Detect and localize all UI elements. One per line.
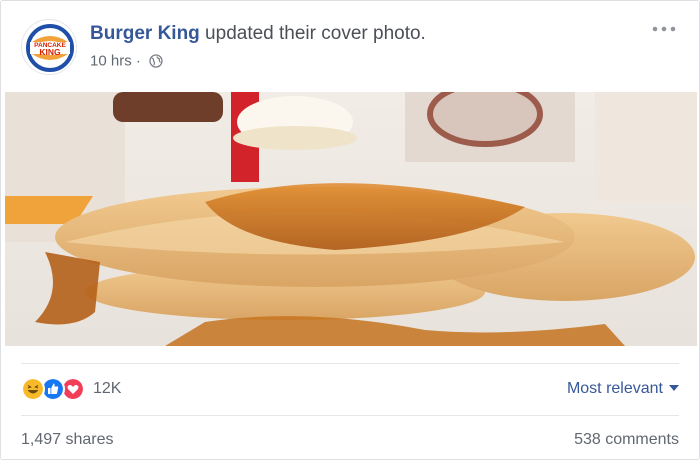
logo-text-bottom: KING <box>39 47 61 57</box>
comment-sort-dropdown[interactable]: Most relevant <box>567 380 679 398</box>
ellipsis-icon[interactable] <box>649 19 679 39</box>
post-meta: 10 hrs · <box>90 52 163 70</box>
post-title-line: Burger King updated their cover photo. <box>90 23 426 45</box>
post-card: PANCAKE KING Burger King updated their c… <box>0 0 700 460</box>
reaction-count[interactable]: 12K <box>93 380 121 398</box>
divider-top <box>21 363 679 364</box>
post-timestamp[interactable]: 10 hrs <box>90 53 132 70</box>
post-action-text: updated their cover photo. <box>199 23 426 44</box>
meta-separator: · <box>131 52 146 70</box>
caret-down-icon <box>669 384 679 391</box>
post-header: PANCAKE KING Burger King updated their c… <box>21 19 679 75</box>
cover-photo[interactable] <box>5 92 697 346</box>
page-name-link[interactable]: Burger King <box>90 23 200 44</box>
divider-bottom <box>21 415 679 416</box>
pancake-photo <box>5 92 697 346</box>
globe-icon[interactable] <box>149 54 163 68</box>
shares-count[interactable]: 1,497 shares <box>21 431 114 449</box>
page-avatar[interactable]: PANCAKE KING <box>21 19 77 75</box>
burger-king-logo: PANCAKE KING <box>23 21 76 74</box>
comments-count[interactable]: 538 comments <box>574 431 679 449</box>
sort-label: Most relevant <box>566 380 663 397</box>
haha-icon <box>21 377 45 401</box>
